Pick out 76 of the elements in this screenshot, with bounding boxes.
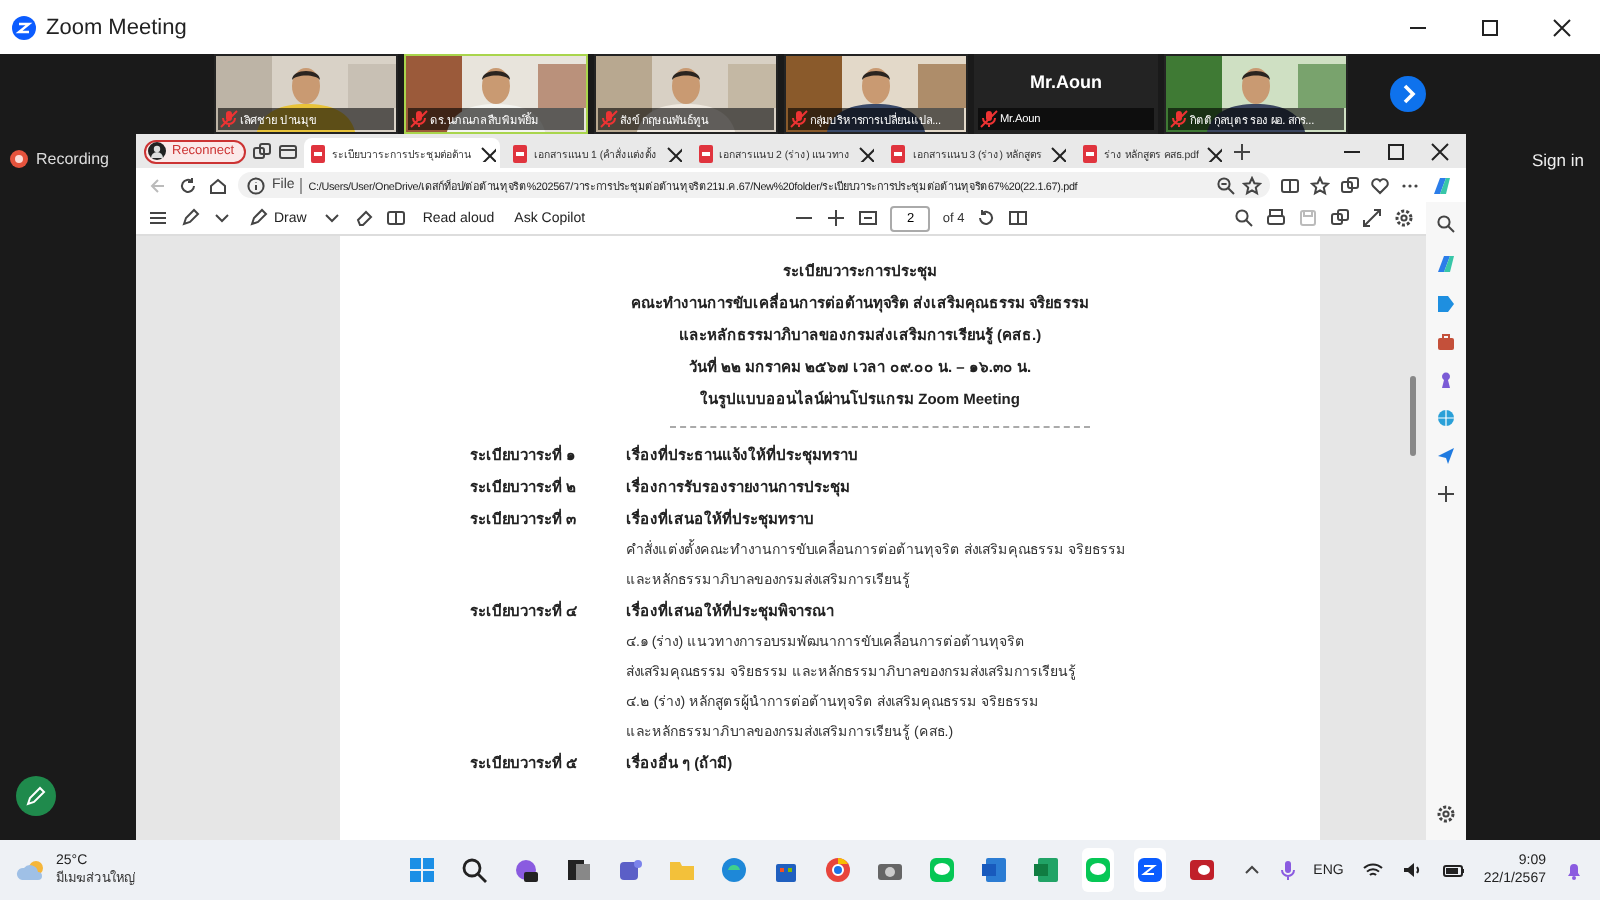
tag-icon[interactable]: [1436, 294, 1456, 314]
search-icon[interactable]: [460, 856, 488, 884]
app-icon[interactable]: [512, 856, 540, 884]
search-icon[interactable]: [1436, 214, 1456, 234]
globe-icon[interactable]: [720, 856, 748, 884]
page-view-icon[interactable]: [1008, 208, 1029, 228]
eraser-icon[interactable]: [354, 208, 375, 228]
read-aloud-icon[interactable]: [386, 208, 407, 228]
new-tab-icon[interactable]: [1232, 141, 1253, 161]
pdf-file-icon: [510, 143, 531, 163]
collections-icon[interactable]: [1340, 175, 1360, 195]
close-tab-icon[interactable]: [1049, 145, 1066, 161]
paper-plane-icon[interactable]: [1436, 446, 1456, 466]
print-icon[interactable]: [1266, 208, 1286, 228]
pdf-file-icon: [1079, 143, 1100, 163]
recording-label: Recording: [36, 150, 109, 168]
spreadsheet-icon[interactable]: [1032, 856, 1060, 884]
split-screen-icon[interactable]: [1280, 175, 1300, 195]
settings-icon[interactable]: [1436, 804, 1456, 824]
pen-icon[interactable]: [16, 776, 56, 816]
video-call-icon[interactable]: [1136, 856, 1164, 884]
favorites-icon[interactable]: [1310, 175, 1330, 195]
maximize-icon[interactable]: [1480, 17, 1500, 37]
wifi-icon[interactable]: [1361, 860, 1384, 880]
copilot-icon[interactable]: [1430, 173, 1454, 197]
rotate-icon[interactable]: [976, 208, 997, 228]
favorite-icon[interactable]: [1242, 175, 1262, 195]
zoom-logo-icon: [12, 15, 36, 39]
close-tab-icon[interactable]: [1206, 145, 1223, 161]
start-icon[interactable]: [408, 856, 436, 884]
add-icon[interactable]: [1436, 484, 1456, 504]
pdf-file-icon: [695, 143, 716, 163]
document-icon[interactable]: [980, 856, 1008, 884]
sign-in-button[interactable]: Sign in: [1528, 146, 1588, 174]
task-view-icon[interactable]: [564, 856, 592, 884]
close-tab-icon[interactable]: [480, 145, 497, 161]
pdf-file-icon: [308, 143, 329, 163]
globe-icon[interactable]: [1436, 408, 1456, 428]
microphone-icon[interactable]: [1279, 860, 1296, 880]
zoom-in-icon[interactable]: [826, 208, 847, 228]
refresh-icon[interactable]: [178, 175, 198, 195]
close-icon[interactable]: [1552, 17, 1572, 37]
avatar-icon: [148, 142, 166, 160]
heart-icon[interactable]: [1370, 175, 1390, 195]
globe-icon[interactable]: [824, 856, 852, 884]
caret-icon[interactable]: [212, 208, 232, 228]
bell-icon[interactable]: [1564, 860, 1584, 880]
maximize-icon[interactable]: [1386, 141, 1406, 161]
settings-icon[interactable]: [1394, 208, 1414, 228]
highlight-icon[interactable]: [180, 208, 200, 228]
recording-icon: [10, 150, 28, 168]
tab-actions-icon[interactable]: [278, 141, 299, 161]
workspaces-icon[interactable]: [252, 141, 273, 161]
window-title: Zoom Meeting: [46, 15, 187, 39]
fullscreen-icon[interactable]: [1362, 208, 1382, 228]
speaker-icon[interactable]: [1401, 860, 1424, 880]
info-icon[interactable]: [246, 175, 266, 195]
search-icon[interactable]: [1234, 208, 1254, 228]
next-page-icon[interactable]: [1390, 76, 1426, 112]
briefcase-icon[interactable]: [1436, 332, 1456, 352]
copilot-icon[interactable]: [1434, 252, 1458, 276]
pdf-file-icon: [888, 143, 909, 163]
cloud-icon: [16, 858, 48, 882]
draw-icon: [248, 208, 268, 228]
battery-icon[interactable]: [1441, 860, 1466, 880]
participant-name: Mr.Aoun: [1030, 72, 1102, 92]
save-as-icon[interactable]: [1330, 208, 1350, 228]
contents-icon[interactable]: [148, 208, 168, 228]
close-tab-icon[interactable]: [665, 145, 682, 161]
close-tab-icon[interactable]: [858, 145, 875, 161]
app-icon[interactable]: [1188, 856, 1216, 884]
close-icon[interactable]: [1430, 141, 1450, 161]
caret-icon[interactable]: [322, 208, 343, 228]
zoom-icon[interactable]: [1216, 175, 1236, 195]
fit-page-icon[interactable]: [858, 208, 879, 228]
home-icon[interactable]: [208, 175, 228, 195]
